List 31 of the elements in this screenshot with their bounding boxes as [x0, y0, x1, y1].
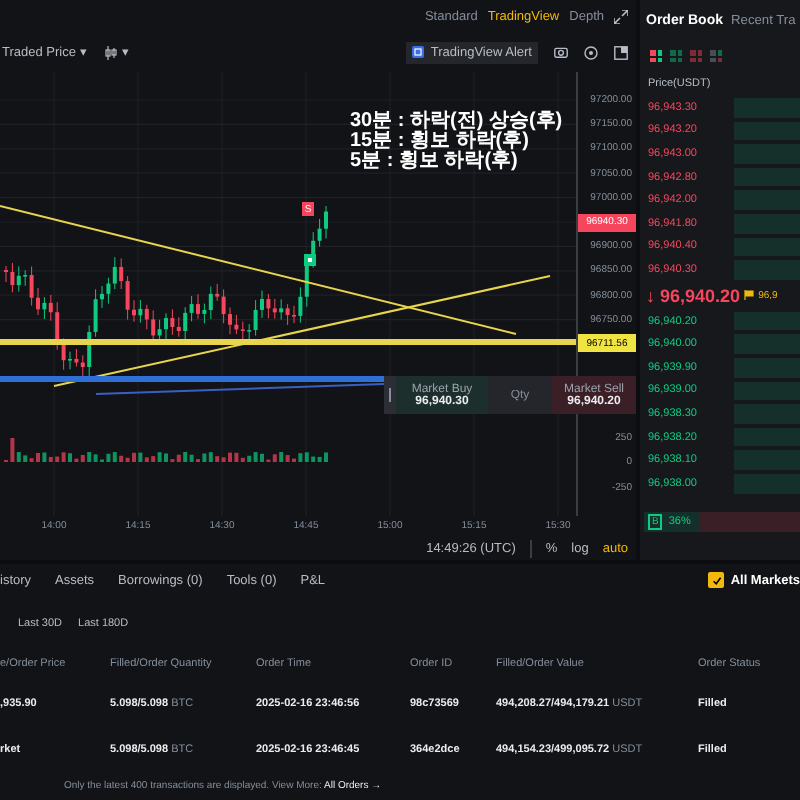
depth-bar	[734, 381, 800, 401]
expand-icon[interactable]	[614, 9, 628, 23]
candle-type-icon[interactable]	[103, 45, 118, 59]
annotation-text: 15분 : 횡보 하락(후)	[350, 132, 529, 152]
depth-bar	[734, 427, 800, 447]
last-price: ↓ 96,940.20	[646, 285, 741, 306]
depth-bar	[734, 450, 800, 470]
depth-bar	[734, 334, 800, 354]
depth-bar	[734, 237, 800, 257]
settings-icon[interactable]	[584, 45, 598, 59]
depth-bar	[734, 144, 800, 164]
depth-bar	[734, 213, 800, 234]
depth-bar	[734, 311, 800, 331]
drag-handle[interactable]	[384, 376, 396, 414]
depth-bar	[734, 121, 800, 141]
book-layout-icon[interactable]	[650, 50, 662, 62]
depth-bar	[734, 404, 800, 424]
camera-icon[interactable]	[554, 46, 568, 58]
depth-bar	[734, 260, 800, 280]
fullscreen-icon[interactable]	[614, 45, 628, 59]
annotation-text: 30분 : 하락(전) 상승(후)	[350, 112, 563, 132]
depth-bar	[734, 167, 800, 187]
depth-bar	[734, 98, 800, 118]
buy-marker-icon	[304, 254, 316, 266]
check-icon	[711, 575, 722, 585]
flag-icon	[744, 290, 755, 301]
depth-bar	[734, 190, 800, 210]
depth-bar	[734, 473, 800, 493]
depth-bar	[734, 357, 800, 378]
alert-icon	[412, 46, 425, 58]
annotation-text: 5분 : 횡보 하락(후)	[350, 152, 518, 172]
